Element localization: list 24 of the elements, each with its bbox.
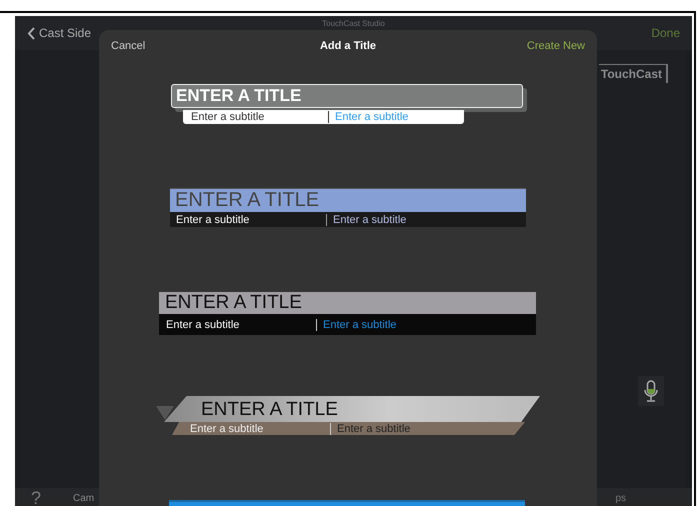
done-button[interactable]: Done [651,26,680,40]
logo-text: TouchCast [598,64,668,83]
subtitle-text: Enter a subtitle [191,111,266,123]
back-button[interactable]: Cast Side [27,26,92,40]
subtitle-text: Enter a subtitle [326,214,406,226]
subtitle-text: Enter a subtitle [330,422,410,434]
toolbar-label[interactable]: Cam [73,492,94,504]
microphone-button[interactable] [638,376,664,406]
create-new-button[interactable]: Create New [526,40,585,52]
title-template-bar[interactable]: ENTER A TITLE [164,396,540,422]
subtitle-text: Enter a subtitle [328,111,408,123]
dialog-title: Add a Title [320,40,376,52]
subtitle-text: Enter a subtitle [176,214,250,226]
app-title: TouchCast Studio [322,19,385,28]
subtitle-text: Enter a subtitle [166,318,240,330]
toolbar-label[interactable]: ps [615,492,626,504]
chevron-left-icon [27,26,35,40]
title-template-bar[interactable]: ENTER A TITLE [170,188,526,212]
help-button[interactable]: ? [31,488,51,506]
subtitle-text: Enter a subtitle [316,318,396,330]
microphone-icon [644,380,658,402]
subtitle-text: Enter a subtitle [190,422,264,434]
title-template-bar[interactable]: ENTER A TITLE [159,292,536,314]
cancel-button[interactable]: Cancel [111,40,146,52]
